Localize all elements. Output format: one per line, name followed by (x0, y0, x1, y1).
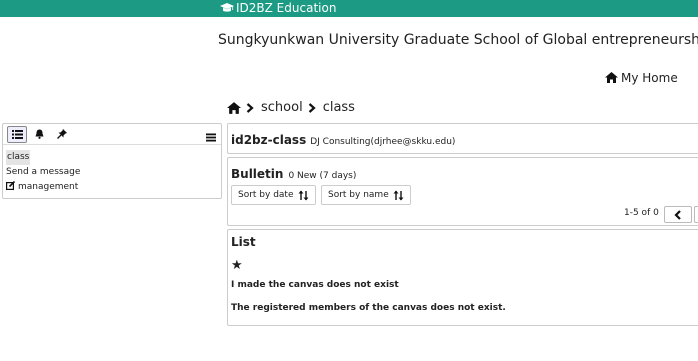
brand-label: ID2BZ Education (236, 1, 337, 15)
chevron-right-icon (246, 102, 254, 113)
my-home-link[interactable]: My Home (605, 71, 678, 85)
chevron-right-icon (308, 102, 316, 113)
pagination-info: 1-5 of 0 (624, 208, 659, 218)
class-title-row: id2bz-class DJ Consulting(djrhee@skku.edu… (231, 129, 455, 148)
bell-icon[interactable] (30, 126, 48, 141)
sort-by-date-button[interactable]: Sort by date (231, 185, 316, 205)
next-page-button[interactable] (694, 206, 698, 223)
class-title: id2bz-class (231, 133, 307, 147)
sidebar-tabs (3, 124, 221, 145)
sidebar-item-management[interactable]: management (6, 180, 218, 195)
star-icon[interactable]: ★ (231, 258, 243, 273)
bulletin-status: 0 New (7 days) (288, 171, 357, 181)
sidebar-item-send-message[interactable]: Send a message (6, 165, 218, 180)
list-panel: List ★ I made the canvas does not exist … (227, 229, 698, 326)
list-title: List (231, 235, 256, 249)
brand[interactable]: ID2BZ Education (220, 0, 336, 17)
sort-by-date-label: Sort by date (238, 190, 294, 200)
bulletin-header: Bulletin 0 New (7 days) (231, 163, 356, 182)
school-name: Sungkyunkwan University Graduate School … (218, 32, 698, 48)
graduation-cap-icon (220, 3, 234, 12)
pin-icon[interactable] (53, 126, 71, 141)
home-icon (605, 72, 618, 83)
list-icon[interactable] (7, 126, 27, 143)
sort-by-name-button[interactable]: Sort by name (321, 185, 411, 205)
class-info-panel: id2bz-class DJ Consulting(djrhee@skku.edu… (227, 123, 698, 154)
home-icon[interactable] (227, 101, 241, 114)
breadcrumb: school class (227, 100, 355, 115)
edit-icon (6, 180, 16, 191)
breadcrumb-item-class[interactable]: class (323, 100, 355, 115)
sidebar-panel: class Send a message management (2, 123, 222, 199)
my-home-label: My Home (621, 71, 678, 85)
sort-by-name-label: Sort by name (328, 190, 389, 200)
class-subtitle: DJ Consulting(djrhee@skku.edu) (310, 137, 456, 147)
menu-icon[interactable] (206, 127, 216, 146)
prev-page-button[interactable] (664, 206, 692, 223)
sidebar-item-class[interactable]: class (6, 150, 31, 165)
bulletin-title: Bulletin (231, 167, 284, 181)
chevron-left-icon (674, 209, 681, 220)
sidebar-list: class Send a message management (3, 145, 221, 195)
sort-icon (393, 190, 404, 200)
top-bar: ID2BZ Education (0, 0, 698, 17)
sidebar-item-label: management (18, 182, 79, 192)
sort-icon (298, 190, 309, 200)
canvas-status-message: I made the canvas does not exist (231, 280, 399, 290)
members-status-message: The registered members of the canvas doe… (231, 303, 506, 313)
bulletin-panel: Bulletin 0 New (7 days) Sort by date Sort… (227, 157, 698, 226)
breadcrumb-item-school[interactable]: school (261, 100, 303, 115)
